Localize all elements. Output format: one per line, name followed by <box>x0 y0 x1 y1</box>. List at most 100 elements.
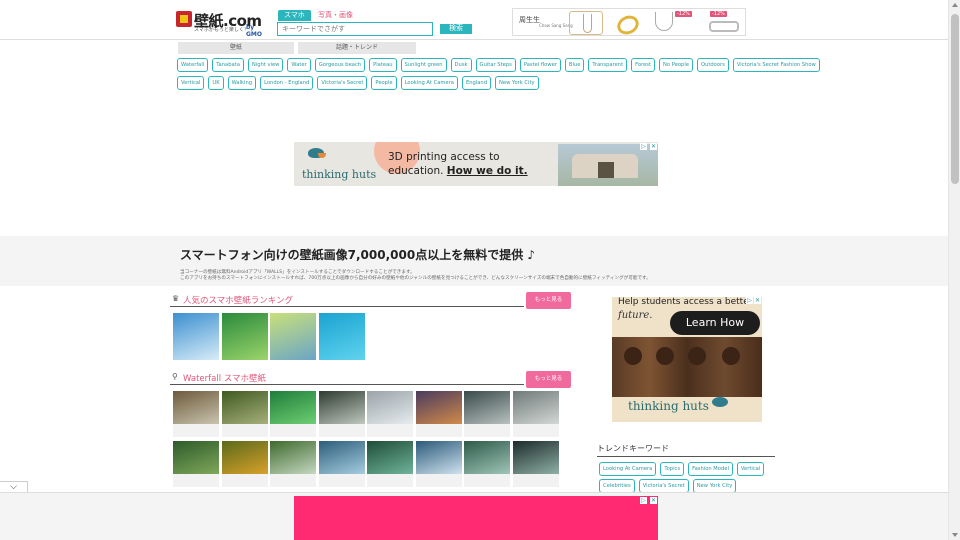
trend-keyword-chip[interactable]: Vertical <box>736 462 765 476</box>
keyword-chip[interactable]: Guitar Steps <box>475 58 516 72</box>
waterfall-thumbnail[interactable] <box>512 441 559 487</box>
thumbnail-caption <box>367 424 413 437</box>
keyword-chip[interactable]: People <box>371 76 397 90</box>
learn-how-button[interactable]: Learn How <box>670 311 760 335</box>
keyword-chip[interactable]: UK <box>208 76 224 90</box>
waterfall-thumbnail[interactable] <box>512 391 559 437</box>
site-header: スマホがもっと楽しく！ 壁紙.com by GMO スマホ 写真・画像 検索 周… <box>0 0 948 40</box>
trend-keyword-chip[interactable]: Looking At Camera <box>599 462 657 476</box>
keyword-chip[interactable]: New York City <box>495 76 539 90</box>
ad-info-icon[interactable]: ▷ <box>640 497 647 504</box>
thumbnail-caption <box>318 474 365 487</box>
keyword-chip[interactable]: Night view <box>247 58 284 72</box>
intro-description: 当コーナーの壁紙は無料Androidアプリ「WALLS」をインストールすることで… <box>180 270 651 282</box>
ranking-thumbnail[interactable] <box>221 313 268 360</box>
discount-badge: -12% <box>675 11 692 17</box>
intro-band: スマートフォン向けの壁紙画像7,000,000点以上を無料で提供 ♪ 当コーナー… <box>0 236 948 286</box>
waterfall-thumbnail[interactable] <box>221 441 268 487</box>
waterfall-thumbnail[interactable] <box>173 391 219 437</box>
ad-headline-line2: education. How we do it. <box>388 164 528 178</box>
top-ad-banner[interactable]: thinking huts 3D printing access to educ… <box>294 142 658 186</box>
page-scrollbar[interactable] <box>948 0 960 540</box>
waterfall-thumbnail[interactable] <box>464 391 510 437</box>
waterfall-thumbnail[interactable] <box>318 391 365 437</box>
waterfall-more-button[interactable]: もっと見る <box>526 371 571 388</box>
keyword-chip[interactable]: Looking At Camera <box>400 76 458 90</box>
ad-close-icon[interactable]: ✕ <box>754 297 761 304</box>
header-ad-banner[interactable]: 周生生 Chow Sang Sang -12% -12% <box>512 8 746 36</box>
search-button[interactable]: 検索 <box>440 24 472 34</box>
scroll-up-icon[interactable] <box>952 3 958 7</box>
tab-trends[interactable]: 話題・トレンド <box>298 42 416 54</box>
ranking-thumbnail[interactable] <box>270 313 316 360</box>
ranking-more-button[interactable]: もっと見る <box>526 292 571 309</box>
sidebar-ad-headline: Help students access a better <box>618 297 753 307</box>
search-tab-photos[interactable]: 写真・画像 <box>312 10 359 21</box>
scrollbar-thumb[interactable] <box>951 14 959 184</box>
waterfall-thumbnail[interactable] <box>270 441 316 487</box>
thumbnail-caption <box>464 424 510 437</box>
ad-info-icon[interactable]: ▷ <box>640 143 647 150</box>
search-input[interactable] <box>277 22 433 36</box>
keyword-chip[interactable]: Walking <box>227 76 257 90</box>
keyword-chip[interactable]: Transparent <box>588 58 628 72</box>
thumbnail-caption <box>318 424 365 437</box>
tab-wallpaper[interactable]: 壁紙 <box>178 42 294 54</box>
ad-headline-prefix: education. <box>388 165 447 177</box>
keyword-chip[interactable]: No People <box>659 58 693 72</box>
ad-headline-link[interactable]: How we do it. <box>447 165 528 177</box>
waterfall-section-title[interactable]: Waterfall スマホ壁紙 <box>183 372 266 384</box>
ranking-thumbnail[interactable] <box>173 313 219 360</box>
trend-row: Celebrities Victoria's Secret New York Cit… <box>599 479 779 493</box>
ad-info-icon[interactable]: ▷ <box>746 297 753 304</box>
keyword-chips: Waterfall Tanabata Night view Water Gorgeous… <box>177 58 820 94</box>
ad-close-icon[interactable]: ✕ <box>650 143 657 150</box>
ranking-thumbnail[interactable] <box>318 313 365 360</box>
intro-description-line2: このアプリをお持ちのスマートフォンにインストールすれば、700万点以上の画像から… <box>180 276 651 281</box>
keyword-chip[interactable]: Water <box>287 58 311 72</box>
waterfall-thumbnail[interactable] <box>221 391 268 437</box>
scroll-down-icon[interactable] <box>952 533 958 537</box>
ranking-section-title[interactable]: 人気のスマホ壁紙ランキング <box>183 294 293 306</box>
thumbnail-caption <box>270 474 316 487</box>
waterfall-thumbnail[interactable] <box>270 391 316 437</box>
trend-keyword-chip[interactable]: Victoria's Secret <box>638 479 689 493</box>
keyword-chip[interactable]: Blue <box>564 58 585 72</box>
keyword-chip[interactable]: Victoria's Secret Fashion Show <box>732 58 820 72</box>
waterfall-thumbnail[interactable] <box>318 441 365 487</box>
keyword-chip[interactable]: Forest <box>631 58 656 72</box>
thumbnail-caption <box>415 424 462 437</box>
ad-close-icon[interactable]: ✕ <box>650 497 657 504</box>
keyword-chip[interactable]: Vertical <box>177 76 205 90</box>
trend-keyword-chip[interactable]: Fashion Model <box>688 462 733 476</box>
keyword-chip[interactable]: Dusk <box>450 58 472 72</box>
keyword-chip[interactable]: Tanabata <box>212 58 244 72</box>
thumbnail-caption <box>221 474 268 487</box>
keyword-chip[interactable]: Victoria's Secret <box>317 76 368 90</box>
thumbnail-caption <box>173 424 219 437</box>
keyword-chip[interactable]: Sunlight green <box>400 58 447 72</box>
site-logo[interactable]: スマホがもっと楽しく！ 壁紙.com by GMO <box>176 8 268 38</box>
keyword-chip[interactable]: Pastel flower <box>519 58 561 72</box>
waterfall-thumbnail[interactable] <box>367 441 413 487</box>
trend-row: Looking At Camera Topics Fashion Model Vert… <box>599 462 779 476</box>
keyword-chip[interactable]: London - England <box>260 76 314 90</box>
waterfall-thumbnail[interactable] <box>415 391 462 437</box>
keyword-chip[interactable]: Plateau <box>369 58 397 72</box>
waterfall-thumbnail[interactable] <box>367 391 413 437</box>
thumbnail-caption <box>173 474 219 487</box>
waterfall-thumbnail[interactable] <box>173 441 219 487</box>
sidebar-ad-banner[interactable]: Help students access a better future. Le… <box>612 297 762 422</box>
search-tab-smartphone[interactable]: スマホ <box>278 10 311 21</box>
trend-keyword-chip[interactable]: Topics <box>660 462 685 476</box>
keyword-chip[interactable]: England <box>461 76 491 90</box>
trend-keyword-chip[interactable]: Celebrities <box>599 479 635 493</box>
waterfall-thumbnail[interactable] <box>415 441 462 487</box>
waterfall-thumbnail[interactable] <box>464 441 510 487</box>
bottom-ad-banner[interactable]: ▷ ✕ <box>294 496 658 540</box>
trend-keyword-chip[interactable]: New York City <box>692 479 737 493</box>
keyword-chip[interactable]: Gorgeous beach <box>314 58 366 72</box>
keyword-chip[interactable]: Waterfall <box>177 58 209 72</box>
keyword-chip[interactable]: Outdoors <box>696 58 729 72</box>
ad-hut-image <box>558 144 658 186</box>
